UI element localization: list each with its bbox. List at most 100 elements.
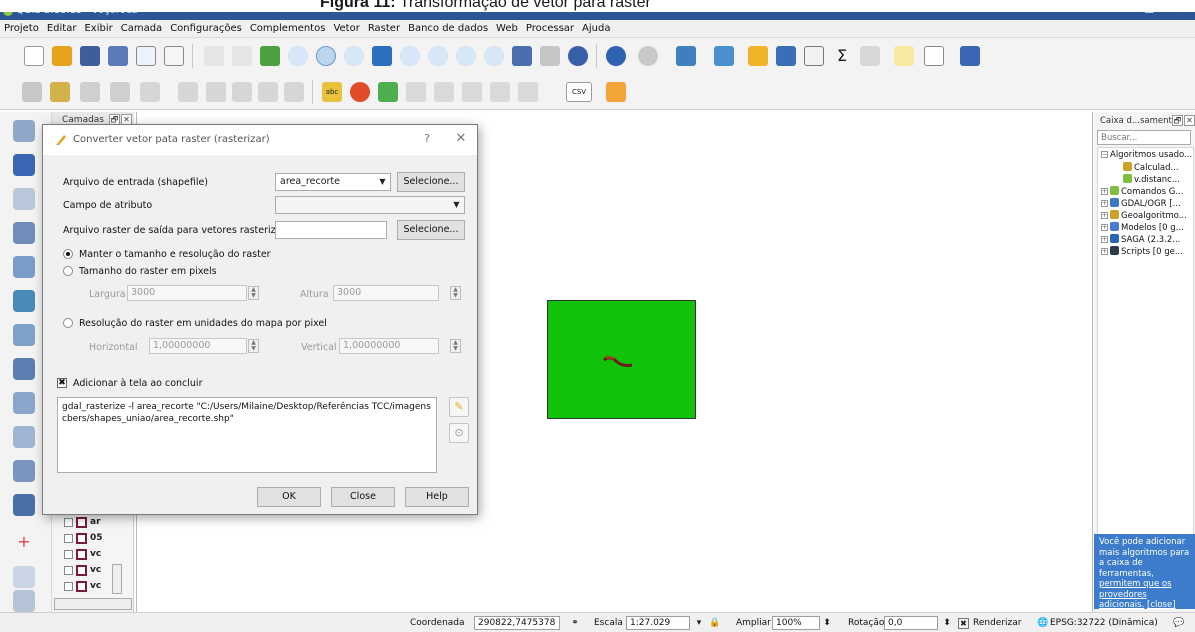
- tree-item-scripts[interactable]: + Scripts [0 ge...: [1101, 246, 1183, 258]
- output-file-input[interactable]: [275, 221, 387, 239]
- deselect-icon[interactable]: [714, 46, 734, 66]
- tree-item-commands[interactable]: + Comandos G...: [1101, 186, 1183, 198]
- toolbox-float-button[interactable]: 🗗: [1172, 115, 1183, 126]
- select-features-icon[interactable]: [638, 46, 658, 66]
- height-spinbox[interactable]: 3000: [333, 285, 439, 301]
- horizontal-spinbox[interactable]: 1,00000000: [149, 338, 247, 354]
- help-button[interactable]: Help: [405, 487, 469, 507]
- expand-toggle-icon[interactable]: +: [1101, 236, 1108, 243]
- layer-item[interactable]: 05: [60, 532, 130, 546]
- pan-icon[interactable]: [232, 46, 252, 66]
- new-print-composer-icon[interactable]: [136, 46, 156, 66]
- sigma-icon[interactable]: Σ: [832, 46, 852, 66]
- layer-visibility-checkbox[interactable]: [64, 582, 73, 591]
- expand-toggle-icon[interactable]: −: [1101, 151, 1108, 158]
- messages-icon[interactable]: 💬: [1172, 616, 1186, 630]
- tree-item-recent[interactable]: − Algoritmos usado...: [1101, 150, 1192, 162]
- tree-item-calculator[interactable]: Calculad...: [1123, 162, 1179, 174]
- move-feature-icon[interactable]: [178, 82, 198, 102]
- menu-processar[interactable]: Processar: [522, 20, 578, 34]
- python-console-icon[interactable]: [606, 82, 626, 102]
- map-tips-icon[interactable]: [894, 46, 914, 66]
- width-spinbox[interactable]: 3000: [127, 285, 247, 301]
- add-postgis-icon[interactable]: [13, 222, 35, 244]
- save-as-icon[interactable]: [108, 46, 128, 66]
- open-field-calculator-icon[interactable]: [748, 46, 768, 66]
- touch-zoom-icon[interactable]: [204, 46, 224, 66]
- add-vector-layer-icon[interactable]: [13, 120, 35, 142]
- show-hide-labels-icon[interactable]: [434, 82, 454, 102]
- layer-visibility-checkbox[interactable]: [64, 566, 73, 575]
- chevron-down-icon[interactable]: ▼: [449, 197, 464, 213]
- layers-scrollbar[interactable]: [112, 564, 122, 594]
- current-edits-icon[interactable]: [22, 82, 42, 102]
- statistics-icon[interactable]: [804, 46, 824, 66]
- height-spin-arrows-icon[interactable]: ▲ ▼: [450, 286, 461, 300]
- dialog-help-button[interactable]: ?: [419, 132, 435, 145]
- coordinate-field[interactable]: 290822,7475378: [474, 616, 560, 630]
- delete-selected-icon[interactable]: [206, 82, 226, 102]
- rotate-label-icon[interactable]: [490, 82, 510, 102]
- render-checkbox[interactable]: ✖: [958, 618, 969, 629]
- attribute-field-combo[interactable]: ▼: [275, 196, 465, 214]
- node-tool-icon[interactable]: [140, 82, 160, 102]
- menu-exibir[interactable]: Exibir: [80, 20, 116, 34]
- edit-command-pencil-icon[interactable]: ✎: [449, 397, 469, 417]
- input-file-combo[interactable]: area_recorte ▼: [275, 173, 391, 191]
- menu-editar[interactable]: Editar: [43, 20, 81, 34]
- new-map-view-icon[interactable]: [512, 46, 532, 66]
- diagram-icon[interactable]: [350, 82, 370, 102]
- reset-command-icon[interactable]: ⊙: [449, 423, 469, 443]
- crs-globe-icon[interactable]: 🌐: [1036, 616, 1050, 630]
- zoom-field[interactable]: 100%: [772, 616, 820, 630]
- size-in-pixels-radio[interactable]: [63, 266, 73, 276]
- expand-toggle-icon[interactable]: +: [1101, 200, 1108, 207]
- identify-icon[interactable]: [606, 46, 626, 66]
- vertical-spinbox[interactable]: 1,00000000: [339, 338, 439, 354]
- layer-visibility-checkbox[interactable]: [64, 534, 73, 543]
- zoom-to-layer-icon[interactable]: [428, 46, 448, 66]
- tree-item-vdistance[interactable]: v.distanc...: [1123, 174, 1180, 186]
- menu-raster[interactable]: Raster: [364, 20, 404, 34]
- new-project-icon[interactable]: [24, 46, 44, 66]
- keep-size-radio[interactable]: [63, 249, 73, 259]
- refresh-icon[interactable]: [568, 46, 588, 66]
- toolbox-close-button[interactable]: ✕: [1184, 115, 1195, 126]
- layer-item[interactable]: ar: [60, 516, 130, 530]
- toggle-editing-icon[interactable]: [50, 82, 70, 102]
- open-project-icon[interactable]: [52, 46, 72, 66]
- expand-toggle-icon[interactable]: +: [1101, 188, 1108, 195]
- highlight-label-icon[interactable]: [378, 82, 398, 102]
- move-label-icon[interactable]: [462, 82, 482, 102]
- add-raster-layer-icon[interactable]: [13, 154, 35, 176]
- chevron-down-icon[interactable]: ▼: [375, 174, 390, 190]
- add-spatialite-icon[interactable]: [13, 256, 35, 278]
- layers-hscrollbar[interactable]: [54, 598, 132, 610]
- add-oracle-icon[interactable]: [13, 426, 35, 448]
- add-gps-icon[interactable]: +: [13, 532, 35, 554]
- dialog-close-button[interactable]: ✕: [453, 131, 469, 146]
- menu-vetor[interactable]: Vetor: [329, 20, 363, 34]
- tree-item-models[interactable]: + Modelos [0 g...: [1101, 222, 1184, 234]
- resolution-radio[interactable]: [63, 318, 73, 328]
- csv-icon[interactable]: CSV: [566, 82, 592, 102]
- bookmark-icon[interactable]: [540, 46, 560, 66]
- vertical-spin-arrows-icon[interactable]: ▲ ▼: [450, 339, 461, 353]
- layer-item[interactable]: vc: [60, 548, 130, 562]
- menu-complementos[interactable]: Complementos: [246, 20, 330, 34]
- select-by-value-icon[interactable]: [676, 46, 696, 66]
- scale-combo[interactable]: 1:27.029: [626, 616, 690, 630]
- menu-banco-de-dados[interactable]: Banco de dados: [404, 20, 492, 34]
- add-mssql-icon[interactable]: [13, 494, 35, 516]
- crs-label[interactable]: EPSG:32722 (Dinâmica): [1050, 618, 1158, 628]
- tip-close-link[interactable]: [close]: [1147, 600, 1176, 610]
- attribute-table-icon[interactable]: [776, 46, 796, 66]
- add-to-canvas-checkbox[interactable]: ✖: [57, 378, 67, 388]
- scale-lock-icon[interactable]: 🔒: [708, 616, 722, 630]
- menu-web[interactable]: Web: [492, 20, 522, 34]
- command-textarea[interactable]: gdal_rasterize -l area_recorte "C:/Users…: [57, 397, 437, 473]
- measure-icon[interactable]: [860, 46, 880, 66]
- zoom-last-icon[interactable]: [456, 46, 476, 66]
- paste-features-icon[interactable]: [284, 82, 304, 102]
- zoom-full-icon[interactable]: [372, 46, 392, 66]
